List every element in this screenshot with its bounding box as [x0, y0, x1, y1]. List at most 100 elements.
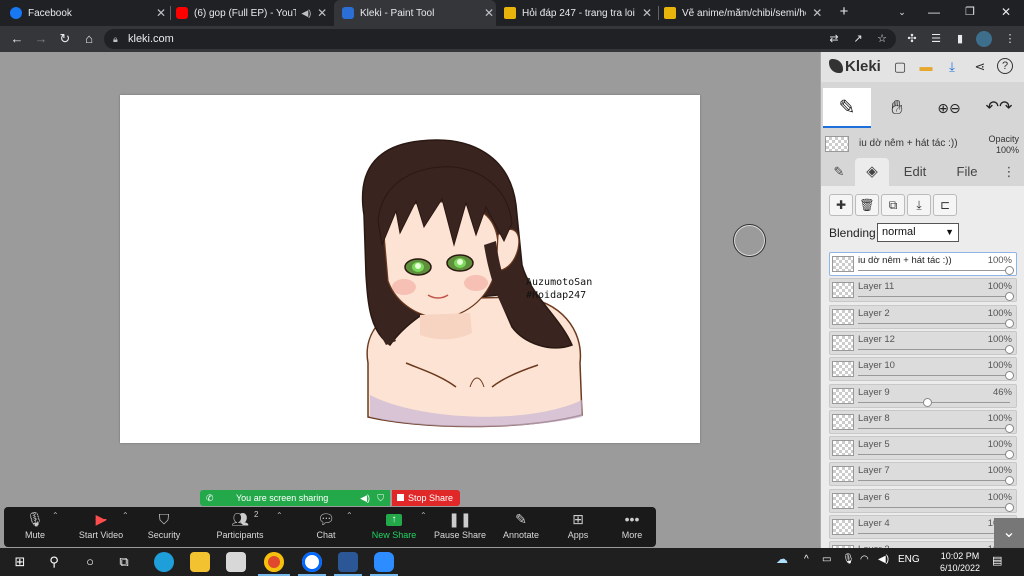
file-explorer-icon[interactable]	[190, 552, 210, 572]
microphone-icon[interactable]: 🎙︎	[842, 554, 855, 565]
slider-handle[interactable]	[922, 397, 932, 407]
close-tab-icon[interactable]: ✕	[482, 6, 496, 20]
layer-opacity-slider[interactable]	[858, 318, 1014, 328]
side-panel-icon[interactable]: ▮	[952, 31, 968, 47]
chrome-icon[interactable]	[264, 552, 284, 572]
chat-button[interactable]: 💬︎ Chat	[304, 507, 348, 547]
battery-icon[interactable]: ▭	[822, 554, 831, 565]
tab-search-icon[interactable]: ⌄	[884, 0, 920, 26]
slider-handle[interactable]	[1005, 292, 1014, 302]
merge-layer-button[interactable]: ⤓	[907, 194, 931, 216]
close-tab-icon[interactable]: ✕	[316, 6, 328, 20]
new-tab-button[interactable]: +	[826, 0, 862, 26]
search-icon[interactable]: ⚲	[44, 552, 64, 572]
close-window-button[interactable]: ✕	[988, 0, 1024, 26]
layer-item[interactable]: Layer 7 100%	[829, 462, 1017, 487]
weather-icon[interactable]: ☁︎	[776, 552, 788, 566]
pause-share-button[interactable]: ❚❚ Pause Share	[432, 507, 488, 547]
tab-edit[interactable]: Edit	[893, 158, 937, 186]
tab-kleki[interactable]: Kleki - Paint Tool ✕	[334, 0, 496, 26]
participants-button[interactable]: 👥︎ Participants	[208, 507, 272, 547]
close-tab-icon[interactable]: ✕	[640, 6, 654, 20]
layer-item[interactable]: Layer 2 100%	[829, 304, 1017, 329]
store-icon[interactable]	[226, 552, 246, 572]
cortana-icon[interactable]: ○	[80, 552, 100, 572]
chevron-up-icon[interactable]: ⌃	[420, 511, 427, 520]
layer-opacity-slider[interactable]	[858, 292, 1014, 302]
drawing-canvas[interactable]: AuzumotoSan #Hoidap247	[120, 95, 700, 443]
layer-item[interactable]: Layer 6 100%	[829, 488, 1017, 513]
slider-handle[interactable]	[1005, 502, 1014, 512]
rename-layer-button[interactable]: ⊏	[933, 194, 957, 216]
layer-item[interactable]: Layer 12 100%	[829, 330, 1017, 355]
bookmark-star-icon[interactable]: ☆	[874, 31, 890, 47]
wifi-icon[interactable]: ◠	[860, 554, 869, 565]
tab-hoidap247[interactable]: Hỏi đáp 247 - trang tra loi ✕	[504, 0, 654, 26]
chevron-up-icon[interactable]: ⌃	[122, 511, 129, 520]
chevron-up-icon[interactable]: ⌃	[52, 511, 59, 520]
tab-layers[interactable]: ◈	[855, 158, 889, 186]
forward-icon[interactable]: →	[32, 30, 50, 48]
close-tab-icon[interactable]: ✕	[810, 6, 824, 20]
system-clock[interactable]: 10:02 PM 6/10/2022	[934, 550, 986, 574]
slider-handle[interactable]	[1005, 423, 1014, 433]
screen-sharing-banner[interactable]: ✆ You are screen sharing ◀) ⛉	[200, 490, 390, 506]
layer-opacity-slider[interactable]	[858, 529, 1014, 538]
hand-tool-icon[interactable]: ✋︎	[873, 88, 921, 128]
share-icon[interactable]: ⋖	[971, 58, 989, 76]
address-bar[interactable]: 🔒︎ kleki.com	[104, 29, 896, 49]
tab-ve-anime[interactable]: Vẽ anime/mắm/chibi/semi/ho ✕	[664, 0, 824, 26]
minimize-button[interactable]: —	[916, 0, 952, 26]
slider-handle[interactable]	[1005, 476, 1014, 486]
scroll-down-button[interactable]: ⌄	[994, 518, 1024, 548]
word-icon[interactable]	[338, 552, 358, 572]
close-tab-icon[interactable]: ✕	[154, 6, 168, 20]
layer-item[interactable]: Layer 4100%	[829, 515, 1017, 539]
layer-opacity-slider[interactable]	[858, 502, 1014, 512]
layer-item[interactable]: Layer 8 100%	[829, 409, 1017, 434]
zoom-in-out-icon[interactable]: ⊕⊖	[925, 88, 973, 128]
show-hidden-icons-icon[interactable]: ^	[804, 554, 809, 565]
layer-opacity-slider[interactable]	[858, 397, 1010, 407]
layer-opacity-slider[interactable]	[858, 476, 1014, 486]
chevron-up-icon[interactable]: ⌃	[276, 511, 283, 520]
layer-opacity-slider[interactable]	[858, 266, 1014, 275]
annotate-button[interactable]: ✎ Annotate	[496, 507, 546, 547]
task-view-icon[interactable]: ⧉	[114, 552, 134, 572]
layer-item[interactable]: Layer 9 46%	[829, 383, 1017, 408]
tab-brush-settings[interactable]: ✎	[825, 158, 853, 186]
download-icon[interactable]: ⤓	[943, 58, 961, 76]
slider-handle[interactable]	[1005, 318, 1014, 328]
zalo-icon[interactable]	[302, 552, 322, 572]
browser-menu-icon[interactable]: ⋮	[1002, 31, 1018, 47]
slider-handle[interactable]	[1005, 371, 1014, 381]
layer-opacity-slider[interactable]	[858, 371, 1014, 381]
translate-icon[interactable]: ⇄	[826, 31, 842, 47]
edge-icon[interactable]	[154, 552, 174, 572]
slider-handle[interactable]	[1005, 450, 1014, 460]
chevron-up-icon[interactable]: ⌃	[346, 511, 353, 520]
layer-opacity-slider[interactable]	[858, 423, 1014, 433]
layer-item[interactable]: Layer 10 100%	[829, 357, 1017, 382]
back-icon[interactable]: ←	[8, 30, 26, 48]
reload-icon[interactable]: ↻	[56, 30, 74, 48]
profile-avatar[interactable]	[976, 31, 992, 47]
layer-item[interactable]: iu dờ nêm + hát tác :)) 100%	[829, 252, 1017, 276]
tab-file[interactable]: File	[945, 158, 989, 186]
reading-list-icon[interactable]: ☰	[928, 31, 944, 47]
blending-mode-select[interactable]: normal ▼	[877, 223, 959, 242]
slider-handle[interactable]	[1005, 344, 1014, 354]
more-button[interactable]: ••• More	[610, 507, 654, 547]
notifications-icon[interactable]: ▤	[992, 554, 1002, 567]
help-icon[interactable]: ?	[997, 58, 1013, 74]
layer-item[interactable]: Layer 3100%	[829, 541, 1017, 548]
add-layer-button[interactable]: ✚	[829, 194, 853, 216]
tab-youtube[interactable]: (6) gop (Full EP) - YouTube ◀) ✕	[176, 0, 328, 26]
share-icon[interactable]: ↗	[850, 31, 866, 47]
tab-facebook[interactable]: Facebook ✕	[10, 0, 168, 26]
delete-layer-button[interactable]: 🗑︎	[855, 194, 879, 216]
kleki-logo[interactable]: Kleki	[829, 58, 881, 75]
language-indicator[interactable]: ENG	[898, 554, 920, 565]
more-options-icon[interactable]: ⋮	[999, 158, 1019, 186]
duplicate-layer-button[interactable]: ⧉	[881, 194, 905, 216]
